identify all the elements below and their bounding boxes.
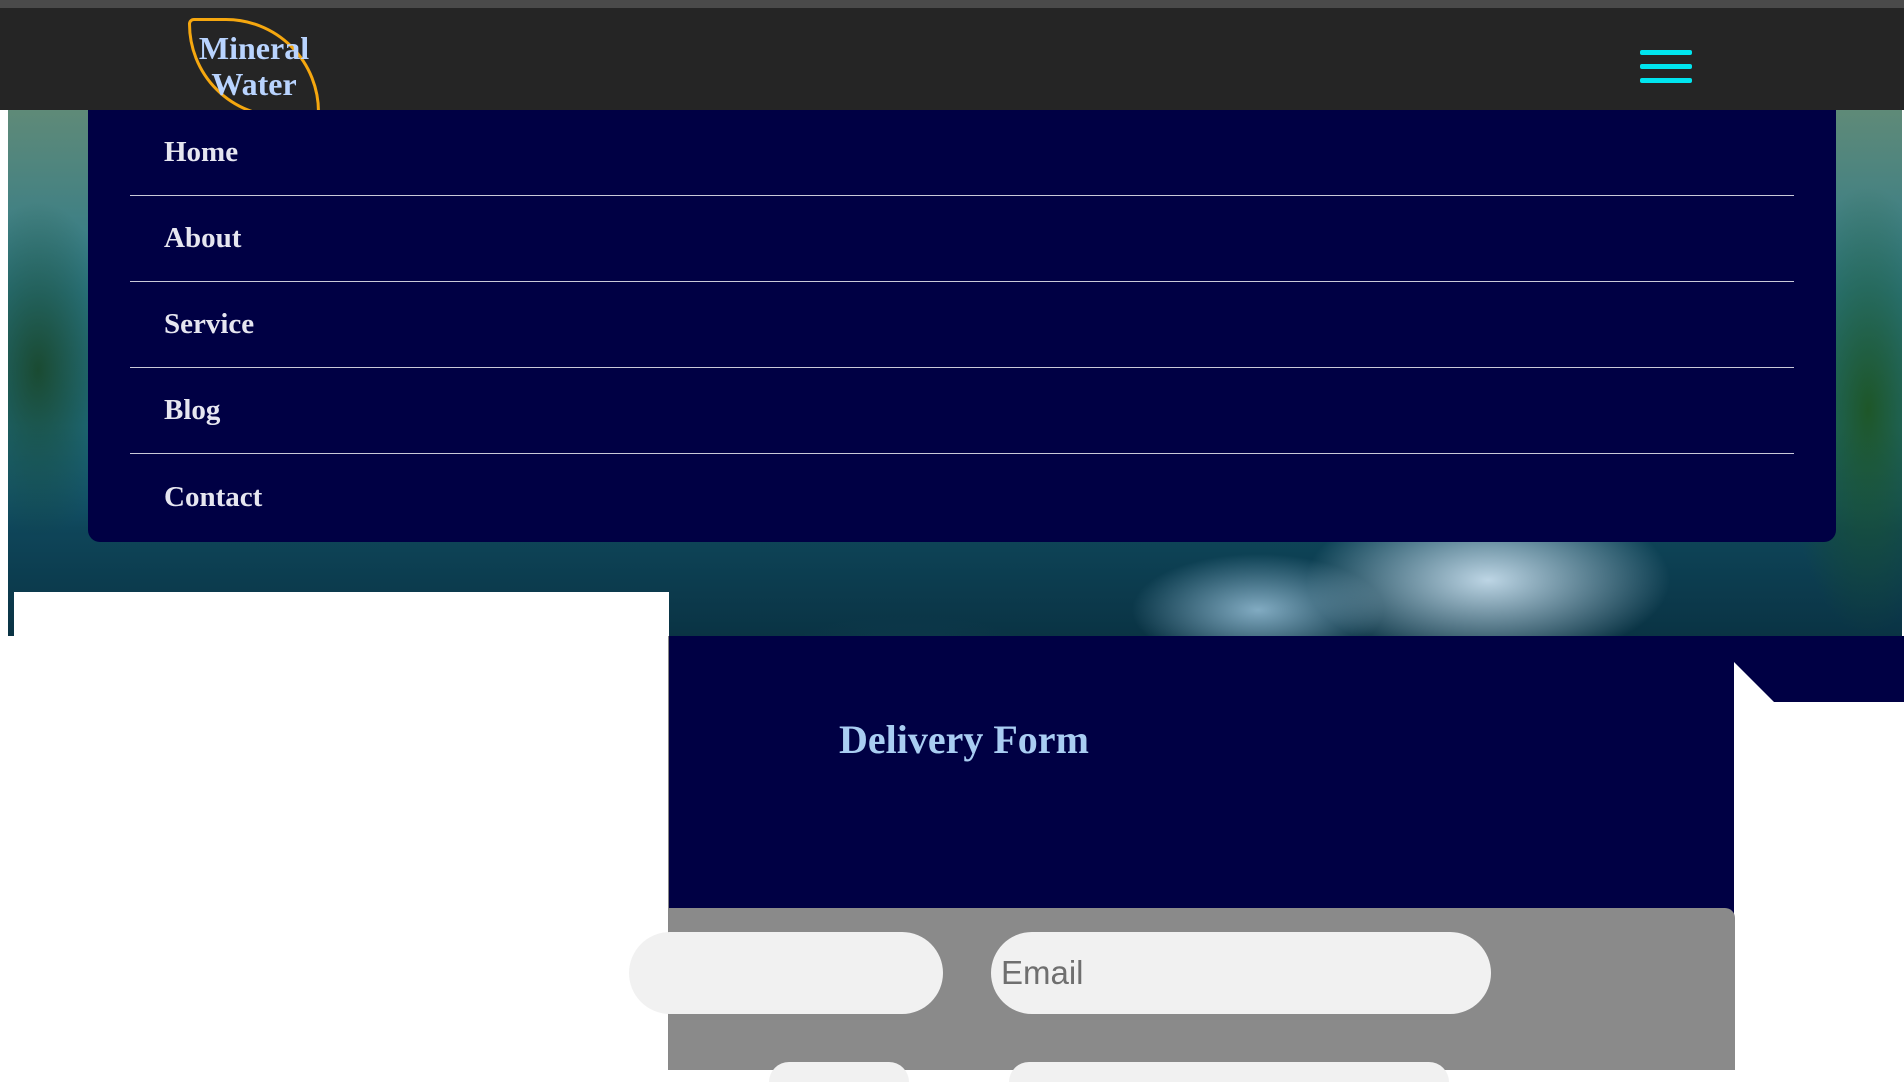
logo-line-1: Mineral [198,30,310,66]
nav-item-label: Blog [164,394,221,426]
delivery-form-section: Delivery Form [629,636,1735,1082]
nav-item-label: About [164,222,242,254]
form-title: Delivery Form [839,717,1089,762]
next-field-partial[interactable] [1009,1062,1449,1082]
next-field-partial[interactable] [769,1062,909,1082]
nav-item-blog[interactable]: Blog [130,368,1794,454]
form-section-corner [1734,636,1904,702]
hamburger-bar [1640,50,1692,55]
form-fields-area [629,908,1735,1082]
site-header: Mineral Water [0,0,1904,118]
dropdown-nav-menu: Home About Service Blog Contact [88,110,1836,542]
nav-item-service[interactable]: Service [130,282,1794,368]
name-field[interactable] [629,932,943,1014]
nav-item-label: Contact [164,480,263,513]
site-logo[interactable]: Mineral Water [188,18,320,118]
nav-item-contact[interactable]: Contact [130,454,1794,540]
page-blank-area-right [1734,702,1904,1070]
nav-item-label: Service [164,308,255,340]
hamburger-icon[interactable] [1640,48,1692,90]
nav-item-home[interactable]: Home [130,110,1794,196]
email-field[interactable] [991,932,1491,1014]
logo-line-2: Water [211,66,297,102]
nav-item-about[interactable]: About [130,196,1794,282]
nav-item-label: Home [164,136,239,168]
hamburger-bar [1640,64,1692,69]
page-blank-area [14,592,669,1070]
hamburger-bar [1640,78,1692,83]
